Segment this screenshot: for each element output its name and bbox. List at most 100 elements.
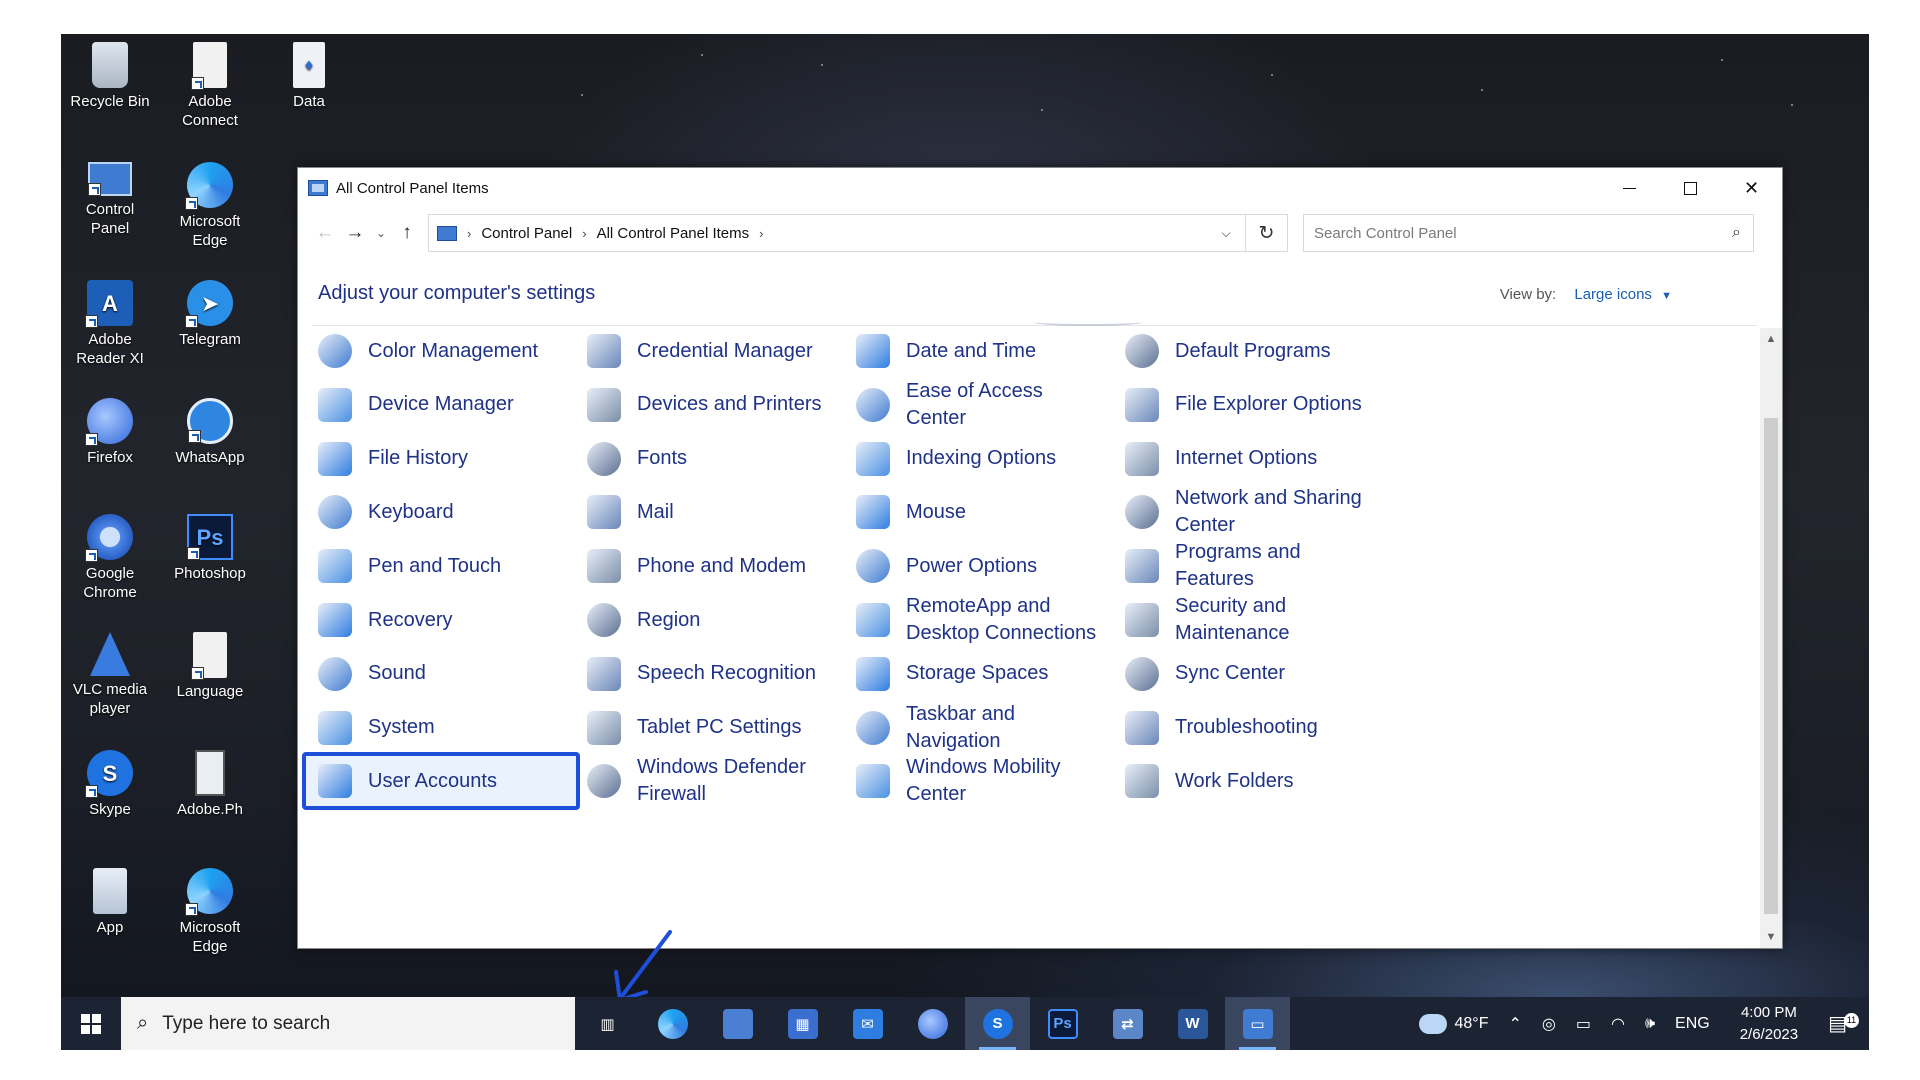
control-panel-item[interactable]: System bbox=[302, 697, 570, 759]
control-panel-item[interactable]: Sound bbox=[302, 643, 570, 705]
control-panel-item-label: Keyboard bbox=[368, 500, 454, 523]
taskbar-app-control-panel[interactable]: ▭ bbox=[1225, 997, 1290, 1050]
control-panel-item[interactable]: Credential Manager bbox=[571, 320, 839, 382]
control-panel-item[interactable]: Power Options bbox=[840, 535, 1108, 597]
clock[interactable]: 4:00 PM 2/6/2023 bbox=[1720, 1002, 1818, 1046]
address-dropdown-button[interactable]: ⌵ bbox=[1207, 215, 1245, 251]
view-by-dropdown[interactable]: Large icons bbox=[1574, 286, 1652, 303]
taskbar-app-file-explorer[interactable] bbox=[705, 997, 770, 1050]
control-panel-item[interactable]: Device Manager bbox=[302, 374, 570, 436]
control-panel-item[interactable]: Work Folders bbox=[1109, 750, 1377, 812]
control-panel-item[interactable]: Sync Center bbox=[1109, 643, 1377, 705]
taskbar-app-firefox[interactable] bbox=[900, 997, 965, 1050]
desktop-icon-whatsapp[interactable]: WhatsApp bbox=[161, 398, 259, 467]
language-indicator[interactable]: ENG bbox=[1665, 1015, 1720, 1033]
desktop-icon-adobe-ph[interactable]: Adobe.Ph bbox=[161, 750, 259, 819]
desktop-icon-adobe-connect[interactable]: Adobe Connect bbox=[161, 42, 259, 130]
taskbar-app-word[interactable]: W bbox=[1160, 997, 1225, 1050]
pen-icon bbox=[318, 549, 352, 584]
control-panel-item[interactable]: Internet Options bbox=[1109, 428, 1377, 490]
control-panel-item-label: Sound bbox=[368, 662, 426, 685]
refresh-button[interactable]: ↻ bbox=[1246, 214, 1288, 252]
desktop-icon-language[interactable]: Language bbox=[161, 632, 259, 701]
control-panel-item-label: Region bbox=[637, 608, 701, 631]
control-panel-item[interactable]: Fonts bbox=[571, 428, 839, 490]
search-input[interactable]: Search Control Panel ⌕ bbox=[1303, 214, 1754, 252]
minimize-icon bbox=[1623, 187, 1636, 189]
scroll-down-icon[interactable]: ▼ bbox=[1760, 926, 1782, 948]
control-panel-item[interactable]: Security and Maintenance bbox=[1109, 589, 1377, 651]
battery-icon[interactable]: ▭ bbox=[1566, 1014, 1601, 1034]
show-hidden-icons-button[interactable]: ⌃ bbox=[1498, 1014, 1531, 1034]
control-panel-item[interactable]: RemoteApp and Desktop Connections bbox=[840, 589, 1108, 651]
control-panel-item[interactable]: Indexing Options bbox=[840, 428, 1108, 490]
title-bar[interactable]: All Control Panel Items ✕ bbox=[298, 168, 1782, 208]
up-button[interactable]: ↑ bbox=[392, 218, 422, 248]
control-panel-item[interactable]: Recovery bbox=[302, 589, 570, 651]
desktop-icon-data[interactable]: ♦ Data bbox=[260, 42, 358, 111]
taskbar-app-store[interactable]: ▦ bbox=[770, 997, 835, 1050]
breadcrumb-control-panel[interactable]: Control Panel bbox=[481, 225, 572, 242]
weather-widget[interactable]: 48°F bbox=[1409, 1013, 1499, 1034]
start-button[interactable] bbox=[61, 997, 121, 1050]
taskbar-app-skype[interactable]: S bbox=[965, 997, 1030, 1050]
desktop-icon-app[interactable]: App bbox=[61, 868, 159, 937]
desktop-icon-control-panel[interactable]: Control Panel bbox=[61, 162, 159, 238]
control-panel-item[interactable]: Speech Recognition bbox=[571, 643, 839, 705]
control-panel-item[interactable]: Pen and Touch bbox=[302, 535, 570, 597]
desktop-icon-photoshop[interactable]: Ps Photoshop bbox=[161, 514, 259, 583]
control-panel-item[interactable]: Region bbox=[571, 589, 839, 651]
meet-now-icon[interactable]: ◎ bbox=[1532, 1014, 1566, 1034]
control-panel-item[interactable]: Ease of Access Center bbox=[840, 374, 1108, 436]
taskbar-search[interactable]: ⌕ Type here to search bbox=[121, 997, 575, 1050]
desktop-icon-adobe-reader[interactable]: A Adobe Reader XI bbox=[61, 280, 159, 368]
desktop-icon-chrome[interactable]: Google Chrome bbox=[61, 514, 159, 602]
maximize-button[interactable] bbox=[1660, 168, 1721, 208]
control-panel-item[interactable]: Keyboard bbox=[302, 481, 570, 543]
taskbar-app-network-app[interactable]: ⇄ bbox=[1095, 997, 1160, 1050]
taskbar-app-edge[interactable] bbox=[640, 997, 705, 1050]
control-panel-item[interactable]: User Accounts bbox=[302, 752, 580, 811]
vertical-scrollbar[interactable]: ▲ ▼ bbox=[1760, 328, 1782, 948]
control-panel-item[interactable]: Default Programs bbox=[1109, 320, 1377, 382]
control-panel-item[interactable]: Network and Sharing Center bbox=[1109, 481, 1377, 543]
caret-down-icon[interactable]: ▼ bbox=[1661, 290, 1672, 302]
notification-button[interactable]: ▤ 11 bbox=[1818, 1011, 1869, 1036]
control-panel-item[interactable]: Phone and Modem bbox=[571, 535, 839, 597]
control-panel-item[interactable]: Windows Defender Firewall bbox=[571, 750, 839, 812]
minimize-button[interactable] bbox=[1599, 168, 1660, 208]
taskbar-app-photoshop[interactable]: Ps bbox=[1030, 997, 1095, 1050]
desktop-icon-edge-2[interactable]: Microsoft Edge bbox=[161, 868, 259, 956]
scroll-thumb[interactable] bbox=[1764, 418, 1778, 914]
desktop-icon-telegram[interactable]: ➤ Telegram bbox=[161, 280, 259, 349]
control-panel-item[interactable]: Tablet PC Settings bbox=[571, 697, 839, 759]
control-panel-item[interactable]: Devices and Printers bbox=[571, 374, 839, 436]
close-button[interactable]: ✕ bbox=[1721, 168, 1782, 208]
taskbar-app-mail[interactable]: ✉ bbox=[835, 997, 900, 1050]
wifi-icon[interactable]: ◠ bbox=[1601, 1014, 1635, 1034]
control-panel-item[interactable]: Mouse bbox=[840, 481, 1108, 543]
desktop-icon-vlc[interactable]: VLC media player bbox=[61, 632, 159, 718]
recent-locations-button[interactable]: ⌄ bbox=[370, 218, 392, 248]
control-panel-item[interactable]: Taskbar and Navigation bbox=[840, 697, 1108, 759]
back-button[interactable]: ← bbox=[310, 218, 340, 248]
control-panel-item[interactable]: Storage Spaces bbox=[840, 643, 1108, 705]
address-bar[interactable]: › Control Panel › All Control Panel Item… bbox=[428, 214, 1246, 252]
control-panel-item[interactable]: Color Management bbox=[302, 320, 570, 382]
control-panel-item[interactable]: Troubleshooting bbox=[1109, 697, 1377, 759]
forward-button[interactable]: → bbox=[340, 218, 370, 248]
taskbar-app-task-view[interactable]: ▥ bbox=[575, 997, 640, 1050]
desktop-icon-recycle-bin[interactable]: Recycle Bin bbox=[61, 42, 159, 111]
breadcrumb-all-items[interactable]: All Control Panel Items bbox=[597, 225, 750, 242]
scroll-up-icon[interactable]: ▲ bbox=[1760, 328, 1782, 350]
control-panel-item[interactable]: Windows Mobility Center bbox=[840, 750, 1108, 812]
control-panel-item[interactable]: Mail bbox=[571, 481, 839, 543]
control-panel-item[interactable]: Date and Time bbox=[840, 320, 1108, 382]
desktop-icon-edge[interactable]: Microsoft Edge bbox=[161, 162, 259, 250]
control-panel-item[interactable]: Programs and Features bbox=[1109, 535, 1377, 597]
desktop-icon-skype[interactable]: S Skype bbox=[61, 750, 159, 819]
desktop-icon-firefox[interactable]: Firefox bbox=[61, 398, 159, 467]
volume-icon[interactable]: 🕪 bbox=[1635, 1015, 1665, 1033]
control-panel-item[interactable]: File History bbox=[302, 428, 570, 490]
control-panel-item[interactable]: File Explorer Options bbox=[1109, 374, 1377, 436]
